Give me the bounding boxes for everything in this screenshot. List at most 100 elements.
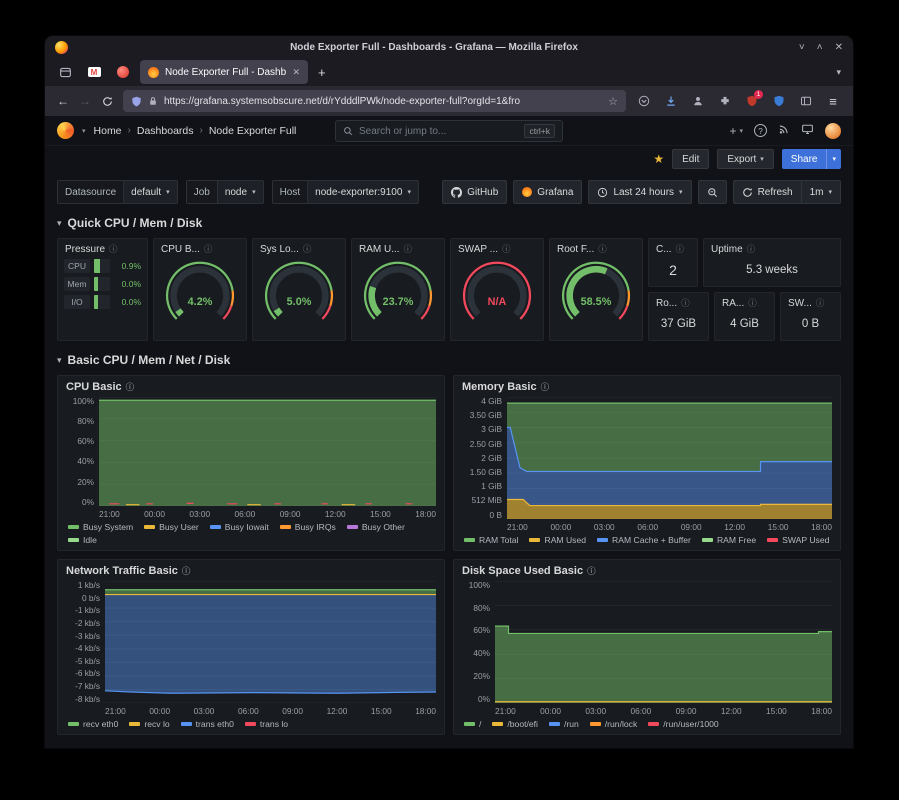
legend-item[interactable]: /	[464, 719, 481, 729]
var-host-value[interactable]: node-exporter:9100	[315, 187, 402, 198]
share-button[interactable]: Share ▾	[782, 149, 841, 169]
panel-header[interactable]: RA... ⓘ	[715, 293, 774, 311]
search-input[interactable]: Search or jump to... ctrl+k	[335, 120, 563, 142]
panel-header[interactable]: Disk Space Used Basic ⓘ	[454, 560, 840, 579]
legend-item[interactable]: Busy System	[68, 522, 133, 532]
window-maximize-button[interactable]: ˄	[817, 42, 823, 53]
stat-panels-block: C... ⓘ 2 Uptime ⓘ 5.3 weeks	[648, 238, 841, 341]
legend-item[interactable]: /run/user/1000	[648, 719, 718, 729]
user-avatar[interactable]	[825, 123, 841, 139]
zoom-out-button[interactable]	[698, 180, 727, 204]
legend-item[interactable]: recv eth0	[68, 719, 118, 729]
panel-header[interactable]: Pressure ⓘ	[58, 239, 147, 257]
section-basic-cpu-mem-net-disk[interactable]: ▾ Basic CPU / Mem / Net / Disk	[57, 353, 841, 367]
var-host[interactable]: Host node-exporter:9100 ▾	[272, 180, 419, 204]
downloads-button[interactable]	[659, 90, 683, 112]
pinned-tab-red-app[interactable]	[111, 61, 135, 83]
refresh-button[interactable]: Refresh	[733, 180, 802, 204]
password-extension-button[interactable]	[767, 90, 791, 112]
toolbar-icons: 1 ≡	[632, 90, 845, 112]
account-button[interactable]	[686, 90, 710, 112]
panel-header[interactable]: Memory Basic ⓘ	[454, 376, 840, 395]
menu-button[interactable]: ≡	[821, 90, 845, 112]
info-icon: ⓘ	[541, 381, 550, 393]
panel-header[interactable]: RAM U... ⓘ	[352, 239, 444, 257]
window-minimize-button[interactable]: ˅	[799, 42, 805, 53]
help-icon[interactable]: ?	[754, 124, 767, 137]
x-tick: 15:00	[370, 509, 391, 519]
display-button[interactable]	[801, 122, 814, 140]
legend-item[interactable]: Busy Iowait	[210, 522, 269, 532]
legend-item[interactable]: Busy User	[144, 522, 199, 532]
tracking-protection-shield-icon[interactable]	[131, 96, 142, 107]
panel-header[interactable]: Sys Lo... ⓘ	[253, 239, 345, 257]
legend-item[interactable]: recv lo	[129, 719, 169, 729]
legend-item[interactable]: trans eth0	[181, 719, 234, 729]
panel-header[interactable]: Root F... ⓘ	[550, 239, 642, 257]
var-datasource-value[interactable]: default	[131, 187, 161, 198]
new-menu-button[interactable]: + ▾	[729, 124, 743, 138]
grafana-link-button[interactable]: Grafana	[513, 180, 582, 204]
window-close-button[interactable]: ✕	[835, 42, 843, 53]
panel-memory-basic: Memory Basic ⓘ 4 GiB 3.50 GiB 3 GiB 2.50…	[453, 375, 841, 551]
panel-header[interactable]: Uptime ⓘ	[704, 239, 840, 257]
legend-item[interactable]: trans lo	[245, 719, 288, 729]
legend-item[interactable]: RAM Free	[702, 535, 756, 545]
legend-item[interactable]: RAM Total	[464, 535, 518, 545]
legend-item[interactable]: Busy IRQs	[280, 522, 336, 532]
favorite-star-icon[interactable]: ★	[653, 152, 664, 166]
legend-item[interactable]: Busy Other	[347, 522, 405, 532]
share-caret-icon[interactable]: ▾	[826, 149, 841, 169]
breadcrumb: Home › Dashboards › Node Exporter Full	[94, 125, 297, 137]
refresh-interval-dropdown[interactable]: 1m ▾	[802, 180, 841, 204]
github-link-button[interactable]: GitHub	[442, 180, 507, 204]
news-button[interactable]	[778, 122, 790, 140]
active-tab[interactable]: Node Exporter Full - Dashbo ✕	[140, 60, 308, 84]
new-tab-button[interactable]: +	[313, 65, 331, 80]
breadcrumb-current[interactable]: Node Exporter Full	[209, 125, 297, 137]
legend-item[interactable]: /boot/efi	[492, 719, 538, 729]
var-datasource[interactable]: Datasource default ▾	[57, 180, 178, 204]
grafana-logo[interactable]	[57, 122, 74, 139]
panel-header[interactable]: Network Traffic Basic ⓘ	[58, 560, 444, 579]
panel-header[interactable]: C... ⓘ	[649, 239, 697, 257]
edit-button[interactable]: Edit	[672, 149, 709, 169]
var-job[interactable]: Job node ▾	[186, 180, 264, 204]
legend-item[interactable]: Idle	[68, 535, 97, 545]
legend-item[interactable]: RAM Cache + Buffer	[597, 535, 691, 545]
ublock-extension-button[interactable]: 1	[740, 90, 764, 112]
time-range-picker[interactable]: Last 24 hours ▾	[588, 180, 691, 204]
legend-item[interactable]: /run/lock	[590, 719, 637, 729]
window-titlebar[interactable]: Node Exporter Full - Dashboards - Grafan…	[45, 36, 853, 58]
panel-header[interactable]: CPU B... ⓘ	[154, 239, 246, 257]
firefox-view-button[interactable]	[53, 61, 77, 83]
share-label[interactable]: Share	[782, 149, 827, 169]
extensions-button[interactable]	[713, 90, 737, 112]
breadcrumb-home[interactable]: Home	[94, 125, 122, 137]
pocket-button[interactable]	[632, 90, 656, 112]
var-job-value[interactable]: node	[225, 187, 247, 198]
panel-header[interactable]: CPU Basic ⓘ	[58, 376, 444, 395]
y-tick: 4 GiB	[481, 397, 502, 405]
panel-header[interactable]: SW... ⓘ	[781, 293, 840, 311]
url-bar[interactable]: https://grafana.systemsobscure.net/d/rYd…	[123, 90, 626, 112]
legend-item[interactable]: RAM Used	[529, 535, 586, 545]
breadcrumb-dashboards[interactable]: Dashboards	[137, 125, 194, 137]
export-button[interactable]: Export ▾	[717, 149, 773, 169]
legend-item[interactable]: SWAP Used	[767, 535, 829, 545]
sidebars-button[interactable]	[794, 90, 818, 112]
info-icon: ⓘ	[598, 243, 607, 255]
bookmark-star-icon[interactable]: ☆	[608, 95, 618, 108]
legend-item[interactable]: /run	[549, 719, 579, 729]
tab-close-button[interactable]: ✕	[292, 67, 300, 78]
section-quick-cpu-mem-disk[interactable]: ▾ Quick CPU / Mem / Disk	[57, 216, 841, 230]
forward-button[interactable]: →	[75, 90, 95, 112]
reload-button[interactable]	[97, 90, 117, 112]
all-tabs-button[interactable]: ▾	[832, 67, 845, 78]
pinned-tab-gmail[interactable]: M	[82, 61, 106, 83]
org-switcher-caret-icon[interactable]: ▾	[82, 127, 86, 135]
back-button[interactable]: ←	[53, 90, 73, 112]
panel-header[interactable]: Ro... ⓘ	[649, 293, 708, 311]
panel-header[interactable]: SWAP ... ⓘ	[451, 239, 543, 257]
lock-icon[interactable]	[148, 96, 158, 106]
